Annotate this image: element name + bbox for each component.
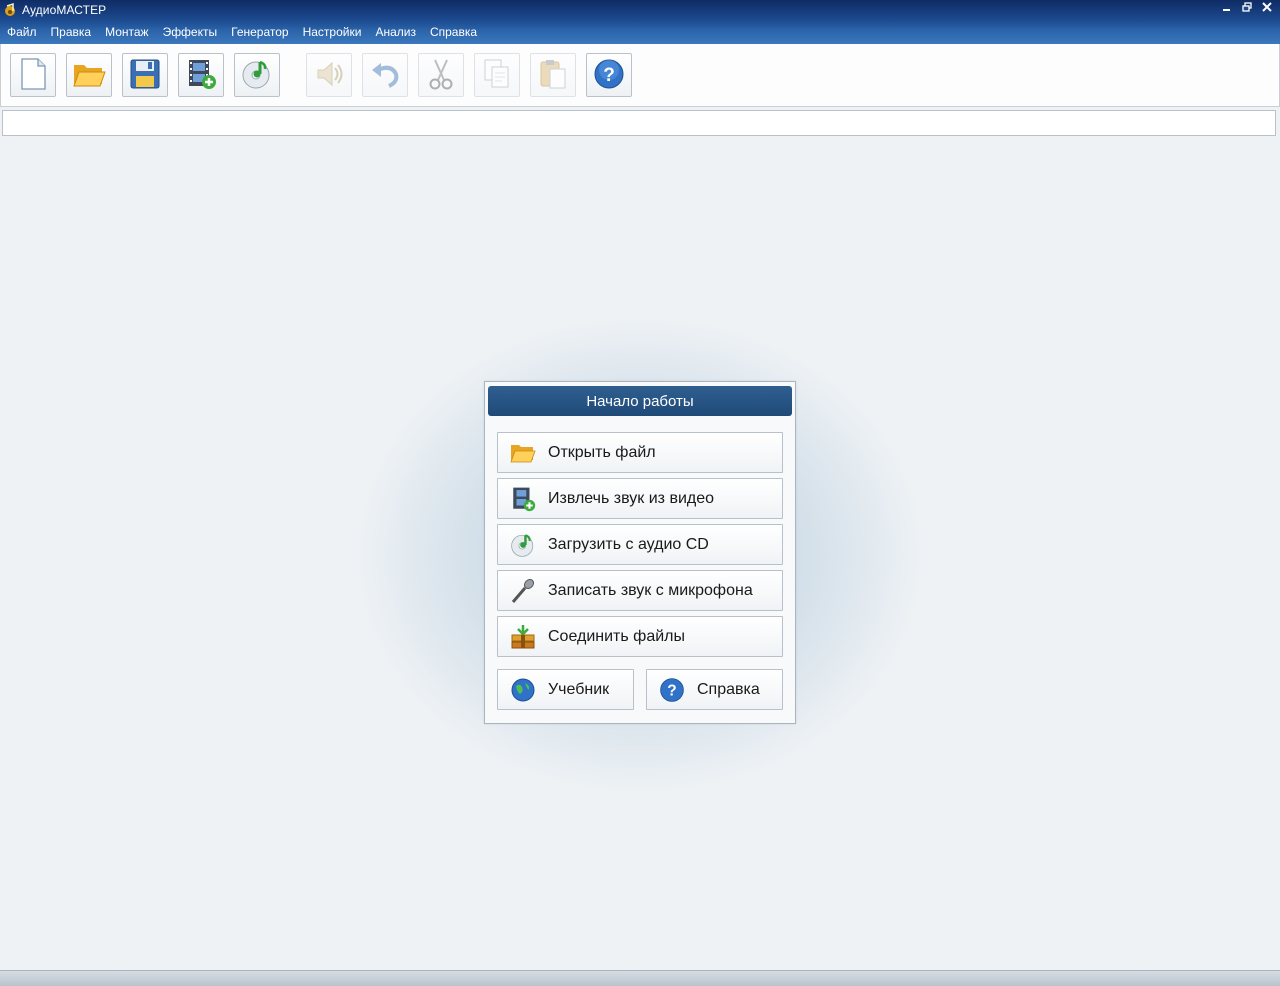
start-panel-title: Начало работы <box>488 386 792 416</box>
extract-video-button[interactable] <box>178 53 224 97</box>
tutorial-button[interactable]: Учебник <box>497 669 634 710</box>
cut-button[interactable] <box>418 53 464 97</box>
status-bar <box>0 970 1280 986</box>
join-files-button[interactable]: Соединить файлы <box>497 616 783 657</box>
help-button[interactable]: ? <box>586 53 632 97</box>
extract-video-icon <box>510 486 536 512</box>
open-folder-button[interactable] <box>66 53 112 97</box>
cut-scissors-icon <box>426 58 456 93</box>
extract-audio-from-video-button[interactable]: Извлечь звук из видео <box>497 478 783 519</box>
load-audio-cd-button[interactable]: Загрузить с аудио CD <box>497 524 783 565</box>
title-bar: АудиоМАСТЕР <box>0 0 1280 20</box>
audio-cd-icon <box>241 58 273 93</box>
copy-icon <box>482 58 512 93</box>
help-label: Справка <box>697 680 760 698</box>
join-files-label: Соединить файлы <box>548 627 685 645</box>
join-files-icon <box>510 624 536 650</box>
record-mic-label: Записать звук с микрофона <box>548 581 753 599</box>
undo-button[interactable] <box>362 53 408 97</box>
start-panel: Начало работы Открыть файл Извлечь звук … <box>484 381 796 724</box>
paste-button[interactable] <box>530 53 576 97</box>
record-microphone-button[interactable]: Записать звук с микрофона <box>497 570 783 611</box>
svg-text:?: ? <box>603 65 615 86</box>
microphone-icon <box>510 578 536 604</box>
open-folder-icon <box>72 60 106 91</box>
new-file-icon <box>19 57 47 93</box>
menu-generator[interactable]: Генератор <box>224 20 295 44</box>
help-icon: ? <box>593 58 625 93</box>
speaker-play-icon <box>313 58 345 93</box>
menu-effects[interactable]: Эффекты <box>156 20 225 44</box>
menu-analysis[interactable]: Анализ <box>368 20 423 44</box>
close-button[interactable] <box>1260 1 1274 17</box>
audio-cd-icon <box>510 532 536 558</box>
open-file-button[interactable]: Открыть файл <box>497 432 783 473</box>
open-folder-icon <box>510 440 536 466</box>
app-logo-icon <box>2 2 18 18</box>
extract-audio-label: Извлечь звук из видео <box>548 489 715 507</box>
open-file-label: Открыть файл <box>548 443 656 461</box>
menu-montage[interactable]: Монтаж <box>98 20 156 44</box>
info-bar <box>2 110 1276 136</box>
save-button[interactable] <box>122 53 168 97</box>
toolbar: ? <box>0 44 1280 107</box>
audio-cd-button[interactable] <box>234 53 280 97</box>
tutorial-label: Учебник <box>548 680 610 698</box>
undo-icon <box>369 60 401 91</box>
help-icon: ? <box>659 677 685 703</box>
window-title: АудиоМАСТЕР <box>22 3 107 17</box>
menu-settings[interactable]: Настройки <box>296 20 369 44</box>
menu-bar: Файл Правка Монтаж Эффекты Генератор Нас… <box>0 20 1280 44</box>
copy-button[interactable] <box>474 53 520 97</box>
restore-button[interactable] <box>1240 1 1254 17</box>
globe-icon <box>510 677 536 703</box>
load-cd-label: Загрузить с аудио CD <box>548 535 709 553</box>
menu-edit[interactable]: Правка <box>44 20 99 44</box>
extract-video-icon <box>185 58 217 93</box>
save-disk-icon <box>130 59 160 92</box>
new-file-button[interactable] <box>10 53 56 97</box>
minimize-button[interactable] <box>1220 1 1234 17</box>
menu-file[interactable]: Файл <box>0 20 44 44</box>
play-button[interactable] <box>306 53 352 97</box>
svg-text:?: ? <box>667 682 676 699</box>
menu-help[interactable]: Справка <box>423 20 484 44</box>
help-panel-button[interactable]: ? Справка <box>646 669 783 710</box>
paste-icon <box>538 58 568 93</box>
